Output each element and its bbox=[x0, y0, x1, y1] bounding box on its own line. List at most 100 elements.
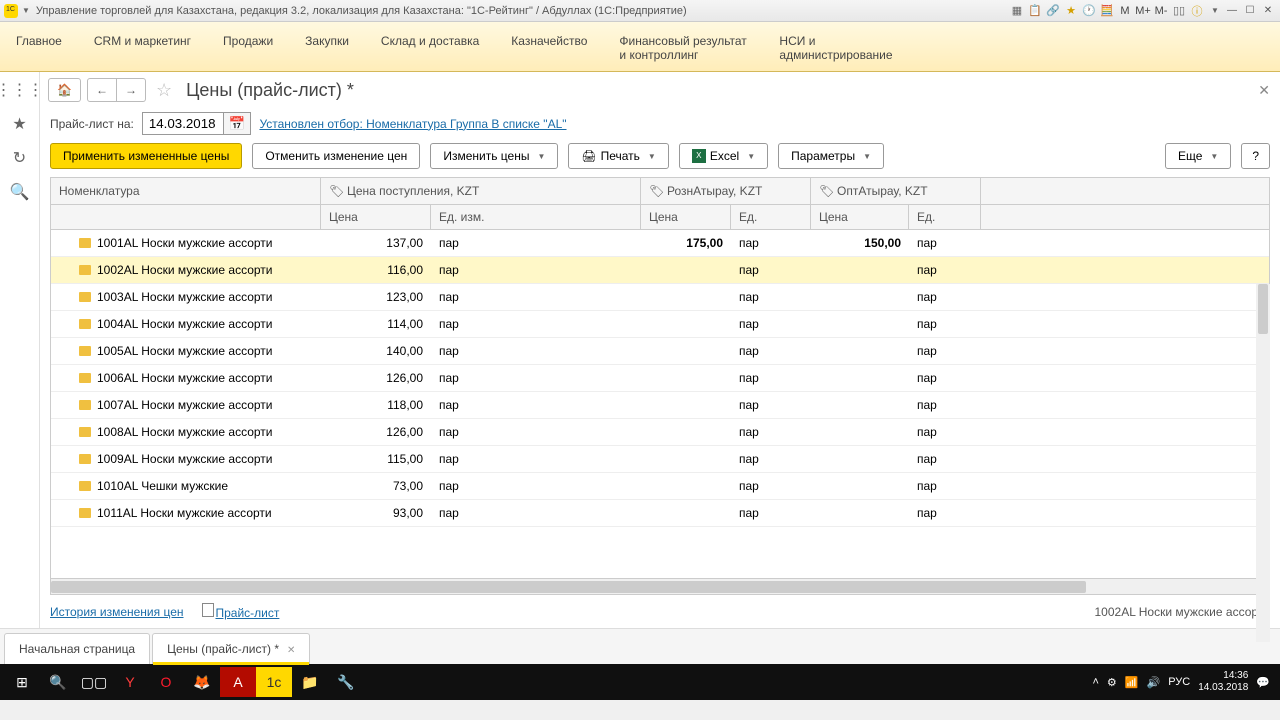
table-row[interactable]: 1005AL Носки мужские ассорти140,00парпар… bbox=[51, 338, 1269, 365]
language-indicator[interactable]: РУС bbox=[1168, 676, 1190, 688]
home-button[interactable]: 🏠 bbox=[48, 78, 81, 102]
start-button[interactable]: ⊞ bbox=[4, 667, 40, 697]
table-row[interactable]: 1008AL Носки мужские ассорти126,00парпар… bbox=[51, 419, 1269, 446]
cell-price1[interactable]: 116,00 bbox=[321, 263, 431, 277]
info-icon[interactable]: ⓘ bbox=[1188, 3, 1206, 19]
menu-main[interactable]: Главное bbox=[0, 28, 78, 54]
volume-icon[interactable]: 🔊 bbox=[1147, 676, 1161, 689]
memory-mplus-button[interactable]: M+ bbox=[1134, 3, 1152, 19]
tray-up-icon[interactable]: ˄ bbox=[1092, 676, 1098, 688]
favorite-star-icon[interactable]: ☆ bbox=[156, 80, 172, 101]
cell-unit2[interactable]: пар bbox=[731, 290, 811, 304]
history-link[interactable]: История изменения цен bbox=[50, 605, 184, 619]
cell-price1[interactable]: 118,00 bbox=[321, 398, 431, 412]
cell-unit2[interactable]: пар bbox=[731, 371, 811, 385]
calculator-icon[interactable]: 🧮 bbox=[1098, 3, 1116, 19]
cell-unit1[interactable]: пар bbox=[431, 236, 641, 250]
cell-unit1[interactable]: пар bbox=[431, 479, 641, 493]
horizontal-scrollbar[interactable] bbox=[51, 578, 1269, 594]
cell-unit3[interactable]: пар bbox=[909, 317, 981, 331]
table-row[interactable]: 1007AL Носки мужские ассорти118,00парпар… bbox=[51, 392, 1269, 419]
menu-crm[interactable]: CRM и маркетинг bbox=[78, 28, 207, 54]
subcol-unit[interactable]: Ед. bbox=[909, 205, 981, 229]
menu-purchases[interactable]: Закупки bbox=[289, 28, 365, 54]
cell-unit1[interactable]: пар bbox=[431, 506, 641, 520]
table-row[interactable]: 1004AL Носки мужские ассорти114,00парпар… bbox=[51, 311, 1269, 338]
toolbar-icon[interactable]: ▦ bbox=[1008, 3, 1026, 19]
panel-icon[interactable]: ▯▯ bbox=[1170, 3, 1188, 19]
table-row[interactable]: 1006AL Носки мужские ассорти126,00парпар… bbox=[51, 365, 1269, 392]
cell-unit3[interactable]: пар bbox=[909, 263, 981, 277]
search-icon[interactable]: 🔍 bbox=[10, 182, 30, 202]
table-row[interactable]: 1010AL Чешки мужские73,00парпарпар bbox=[51, 473, 1269, 500]
clock[interactable]: 14:36 14.03.2018 bbox=[1198, 670, 1248, 694]
col-price-wholesale[interactable]: 🏷ОптАтырау, KZT bbox=[811, 178, 981, 204]
vertical-scrollbar[interactable] bbox=[1256, 284, 1270, 642]
cell-price1[interactable]: 126,00 bbox=[321, 371, 431, 385]
cell-price1[interactable]: 114,00 bbox=[321, 317, 431, 331]
cell-unit3[interactable]: пар bbox=[909, 236, 981, 250]
1c-app-icon[interactable]: 1c bbox=[256, 667, 292, 697]
col-price-incoming[interactable]: 🏷Цена поступления, KZT bbox=[321, 178, 641, 204]
menu-sales[interactable]: Продажи bbox=[207, 28, 289, 54]
browser-icon[interactable]: Y bbox=[112, 667, 148, 697]
cell-price1[interactable]: 93,00 bbox=[321, 506, 431, 520]
firefox-icon[interactable]: 🦊 bbox=[184, 667, 220, 697]
cell-unit2[interactable]: пар bbox=[731, 506, 811, 520]
tab-prices[interactable]: Цены (прайс-лист) *✕ bbox=[152, 633, 310, 664]
app-menu-dropdown-icon[interactable]: ▼ bbox=[22, 6, 30, 15]
forward-button[interactable]: → bbox=[117, 78, 146, 102]
subcol-price[interactable]: Цена bbox=[811, 205, 909, 229]
tab-start-page[interactable]: Начальная страница bbox=[4, 633, 150, 664]
subcol-unit[interactable]: Ед. bbox=[731, 205, 811, 229]
cell-unit2[interactable]: пар bbox=[731, 398, 811, 412]
cell-unit1[interactable]: пар bbox=[431, 344, 641, 358]
cell-unit2[interactable]: пар bbox=[731, 452, 811, 466]
date-input[interactable] bbox=[142, 112, 224, 135]
cancel-changes-button[interactable]: Отменить изменение цен bbox=[252, 143, 420, 169]
cell-unit3[interactable]: пар bbox=[909, 479, 981, 493]
dropdown-icon[interactable]: ▼ bbox=[1206, 3, 1224, 19]
cell-unit2[interactable]: пар bbox=[731, 344, 811, 358]
table-row[interactable]: 1011AL Носки мужские ассорти93,00парпарп… bbox=[51, 500, 1269, 527]
cell-unit2[interactable]: пар bbox=[731, 317, 811, 331]
menu-nsi[interactable]: НСИ и администрирование bbox=[763, 28, 903, 68]
toolbar-icon[interactable]: 🔗 bbox=[1044, 3, 1062, 19]
cell-unit1[interactable]: пар bbox=[431, 317, 641, 331]
params-button[interactable]: Параметры▼ bbox=[778, 143, 884, 169]
date-picker-button[interactable]: 📅 bbox=[224, 112, 252, 135]
cell-unit2[interactable]: пар bbox=[731, 425, 811, 439]
table-row[interactable]: 1001AL Носки мужские ассорти137,00пар175… bbox=[51, 230, 1269, 257]
col-nomenclature[interactable]: Номенклатура bbox=[51, 178, 321, 204]
maximize-button[interactable]: ☐ bbox=[1242, 3, 1258, 19]
help-button[interactable]: ? bbox=[1241, 143, 1270, 169]
tray-icon[interactable]: ⚙ bbox=[1107, 676, 1117, 689]
cell-price2[interactable]: 175,00 bbox=[641, 236, 731, 250]
acrobat-icon[interactable]: A bbox=[220, 667, 256, 697]
star-icon[interactable]: ★ bbox=[10, 114, 30, 134]
back-button[interactable]: ← bbox=[87, 78, 117, 102]
table-row[interactable]: 1009AL Носки мужские ассорти115,00парпар… bbox=[51, 446, 1269, 473]
grid-body[interactable]: 1001AL Носки мужские ассорти137,00пар175… bbox=[51, 230, 1269, 578]
cell-unit1[interactable]: пар bbox=[431, 398, 641, 412]
toolbar-icon[interactable]: 🕐 bbox=[1080, 3, 1098, 19]
menu-financial[interactable]: Финансовый результат и контроллинг bbox=[603, 28, 763, 68]
notifications-icon[interactable]: 💬 bbox=[1256, 676, 1270, 689]
table-row[interactable]: 1002AL Носки мужские ассорти116,00парпар… bbox=[51, 257, 1269, 284]
search-icon[interactable]: 🔍 bbox=[40, 667, 76, 697]
subcol-unit[interactable]: Ед. изм. bbox=[431, 205, 641, 229]
subcol-price[interactable]: Цена bbox=[321, 205, 431, 229]
cell-unit2[interactable]: пар bbox=[731, 263, 811, 277]
cell-price3[interactable]: 150,00 bbox=[811, 236, 909, 250]
filter-link[interactable]: Установлен отбор: Номенклатура Группа В … bbox=[259, 117, 566, 131]
apply-changes-button[interactable]: Применить измененные цены bbox=[50, 143, 242, 169]
apps-icon[interactable]: ⋮⋮⋮ bbox=[10, 80, 30, 100]
col-price-retail[interactable]: 🏷РознАтырау, KZT bbox=[641, 178, 811, 204]
close-button[interactable]: ✕ bbox=[1260, 3, 1276, 19]
cell-unit3[interactable]: пар bbox=[909, 290, 981, 304]
cell-price1[interactable]: 126,00 bbox=[321, 425, 431, 439]
pricelist-link[interactable]: Прайс-лист bbox=[216, 606, 280, 620]
cell-unit2[interactable]: пар bbox=[731, 236, 811, 250]
app-icon[interactable]: 🔧 bbox=[328, 667, 364, 697]
cell-unit3[interactable]: пар bbox=[909, 452, 981, 466]
